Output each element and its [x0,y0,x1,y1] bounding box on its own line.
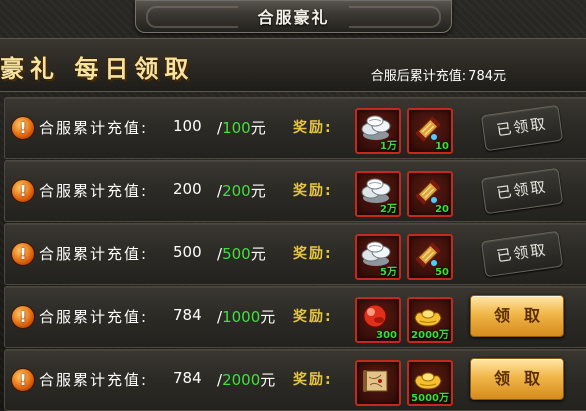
reward-item[interactable]: 2000万 [407,297,453,343]
reward-item[interactable]: 50 [407,234,453,280]
title-tab: 合服豪礼 [135,0,452,33]
reward-item-quantity: 5000万 [411,393,449,404]
reward-label: 奖励: [293,183,333,199]
reward-label: 奖励: [293,120,333,136]
reward-item-quantity: 20 [435,204,449,215]
recharge-label: 合服累计充值: [39,308,149,326]
reward-row: ! 合服累计充值: 784/2000元 奖励: 5000万 领取 [4,349,586,411]
claimed-button[interactable]: 已领取 [480,230,564,278]
reward-item-quantity: 2000万 [411,330,449,341]
reward-item-quantity: 2万 [380,204,397,215]
target-recharge: /100元 [217,117,266,138]
current-recharge-value: 100 [173,117,202,135]
target-recharge: /200元 [217,180,266,201]
reward-item-quantity: 5万 [380,267,397,278]
reward-item[interactable]: 5000万 [407,360,453,406]
currency-unit: 元 [250,182,266,200]
reward-item[interactable]: 20 [407,171,453,217]
alert-icon: ! [11,368,35,392]
recharge-label: 合服累计充值: [39,119,149,137]
currency-unit: 元 [260,371,276,389]
current-recharge-value: 500 [173,243,202,261]
reward-row: ! 合服累计充值: 500/500元 奖励: 5万 50 已领取 [4,223,586,285]
alert-icon: ! [11,116,35,140]
alert-icon: ! [11,179,35,203]
reward-label: 奖励: [293,246,333,262]
recharge-label: 合服累计充值: [39,371,149,389]
banner-title: 豪礼 每日领取 [0,54,195,83]
reward-item-quantity: 1万 [380,141,397,152]
currency-unit: 元 [250,119,266,137]
recharge-label: 合服累计充值: [39,182,149,200]
target-recharge-value: 2000 [222,371,261,389]
reward-row: ! 合服累计充值: 200/200元 奖励: 2万 20 已领取 [4,160,586,222]
reward-item-quantity: 10 [435,141,449,152]
target-recharge-value: 100 [222,119,251,137]
reward-label: 奖励: [293,309,333,325]
reward-item[interactable]: 10 [407,108,453,154]
reward-item[interactable]: 300 [355,297,401,343]
currency-unit: 元 [260,308,276,326]
accumulated-recharge-label: 合服后累计充值: [370,69,467,84]
accumulated-recharge: 合服后累计充值: 784元 [371,65,506,84]
currency-unit: 元 [250,245,266,263]
current-recharge-value: 784 [173,306,202,324]
recharge-label: 合服累计充值: [39,245,149,263]
target-recharge: /1000元 [217,306,275,327]
claimed-button[interactable]: 已领取 [480,167,564,215]
page-title: 合服豪礼 [257,8,330,27]
claim-button[interactable]: 领取 [470,358,564,400]
reward-item-quantity: 50 [435,267,449,278]
accumulated-recharge-value: 784元 [468,69,506,84]
current-recharge-value: 784 [173,369,202,387]
reward-row: ! 合服累计充值: 100/100元 奖励: 1万 10 已领取 [4,97,586,159]
reward-item-quantity: 300 [376,330,397,341]
event-banner: 豪礼 每日领取 合服后累计充值: 784元 [0,38,586,92]
reward-label: 奖励: [293,372,333,388]
alert-icon: ! [11,242,35,266]
current-recharge-value: 200 [173,180,202,198]
reward-item[interactable]: 1万 [355,108,401,154]
target-recharge-value: 200 [222,182,251,200]
claimed-button[interactable]: 已领取 [480,104,564,152]
target-recharge-value: 500 [222,245,251,263]
claim-button[interactable]: 领取 [470,295,564,337]
target-recharge-value: 1000 [222,308,261,326]
reward-item[interactable]: 5万 [355,234,401,280]
alert-icon: ! [11,305,35,329]
reward-item[interactable] [355,360,401,406]
reward-item[interactable]: 2万 [355,171,401,217]
target-recharge: /500元 [217,243,266,264]
target-recharge: /2000元 [217,369,275,390]
reward-row: ! 合服累计充值: 784/1000元 奖励: 300 2000万 领取 [4,286,586,348]
